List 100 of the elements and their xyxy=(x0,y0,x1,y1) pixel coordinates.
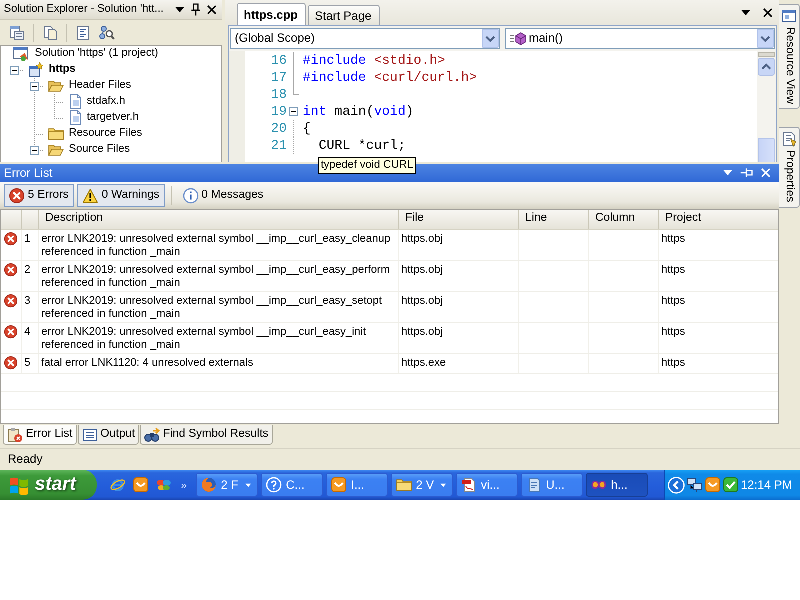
file-name: https.obj xyxy=(398,322,518,353)
folder-icon xyxy=(396,477,412,493)
tree-item[interactable]: https xyxy=(47,63,78,77)
panel-tab[interactable]: Error List xyxy=(3,425,77,445)
panel-tab[interactable]: Output xyxy=(78,425,140,445)
minus-box-icon[interactable] xyxy=(30,82,38,90)
error-icon xyxy=(4,232,18,246)
file-icon xyxy=(70,110,82,126)
file-tab[interactable]: Start Page xyxy=(308,5,380,25)
row-number: 4 xyxy=(21,322,38,353)
error-icon xyxy=(4,294,18,308)
error-description: error LNK2019: unresolved external symbol __imp__curl_easy_setopt referenced in function _main xyxy=(38,291,398,322)
code-line: { xyxy=(302,120,311,137)
more-button[interactable]: » xyxy=(179,480,190,494)
file-name: https.exe xyxy=(398,353,518,373)
chevron-left-icon[interactable] xyxy=(668,476,685,494)
column-header[interactable]: File xyxy=(398,210,518,229)
line-number: 16 xyxy=(270,52,288,69)
page-icon xyxy=(781,131,797,148)
pane-title: Solution Explorer - Solution 'htt... xyxy=(4,2,164,16)
pin-icon[interactable] xyxy=(189,2,203,16)
error-description: error LNK2019: unresolved external symbol __imp__curl_easy_perform referenced in function _main xyxy=(38,260,398,291)
flag-icon xyxy=(9,475,29,495)
warning-icon xyxy=(82,188,99,204)
smile-tile-icon xyxy=(331,477,348,493)
code-line: int main(void) xyxy=(302,103,414,120)
line-number: 18 xyxy=(270,86,288,103)
tree-item[interactable]: Source Files xyxy=(67,143,132,157)
check-tile-icon[interactable] xyxy=(723,477,739,493)
side-tab[interactable]: Resource View xyxy=(779,4,800,110)
minus-box-icon[interactable] xyxy=(289,107,298,116)
column-header[interactable]: Column xyxy=(588,210,658,229)
split-handle[interactable] xyxy=(758,52,775,57)
minus-box-icon[interactable] xyxy=(10,66,18,74)
tree-item[interactable]: Resource Files xyxy=(67,127,144,141)
error-icon xyxy=(4,356,18,370)
chevron-down-icon[interactable] xyxy=(757,29,774,48)
globe-icon xyxy=(201,477,218,493)
taskbar-button[interactable]: vi... xyxy=(456,473,518,497)
file-tab[interactable]: https.cpp xyxy=(237,3,306,25)
tooltip: typedef void CURL xyxy=(318,157,416,174)
chevron-down-icon[interactable] xyxy=(482,29,499,48)
tree-item[interactable]: targetver.h xyxy=(85,111,141,125)
file-icon xyxy=(70,94,82,110)
column-header[interactable]: Line xyxy=(518,210,588,229)
line-number: 17 xyxy=(270,69,288,86)
list-window-icon xyxy=(82,426,98,442)
project-name: https xyxy=(658,353,778,373)
tree-item[interactable]: Solution 'https' (1 project) xyxy=(33,47,160,61)
close-icon[interactable] xyxy=(761,6,775,20)
documents-icon[interactable] xyxy=(42,24,58,40)
smile-tile-icon[interactable] xyxy=(133,477,149,493)
close-icon[interactable] xyxy=(205,2,219,16)
line-number: 21 xyxy=(270,137,288,154)
line-number: 19 xyxy=(270,103,288,120)
tree-item[interactable]: Header Files xyxy=(67,79,134,93)
minus-box-icon[interactable] xyxy=(30,146,38,154)
code-line: CURL *curl; xyxy=(318,137,406,154)
error-description: fatal error LNK1120: 4 unresolved externals xyxy=(38,353,398,373)
error-description: error LNK2019: unresolved external symbol __imp__curl_easy_init referenced in function _main xyxy=(38,322,398,353)
taskbar-button[interactable]: C... xyxy=(261,473,324,497)
taskbar-button[interactable]: U... xyxy=(521,473,584,497)
window-list-icon[interactable] xyxy=(9,24,25,40)
taskbar-button[interactable]: 2 V xyxy=(391,473,454,497)
start-button[interactable]: start xyxy=(0,470,97,500)
column-header[interactable]: Project xyxy=(658,210,778,229)
cube-icon xyxy=(510,30,526,46)
filter-button[interactable]: 0 Warnings xyxy=(76,184,165,207)
status-text: Ready xyxy=(8,452,43,467)
panel-tab[interactable]: Find Symbol Results xyxy=(140,425,273,445)
nodes-magnifier-icon[interactable] xyxy=(99,24,115,40)
computers-icon[interactable] xyxy=(687,477,703,493)
tree-item[interactable]: stdafx.h xyxy=(85,95,128,109)
side-tab[interactable]: Properties xyxy=(779,127,800,208)
clock: 12:14 PM xyxy=(741,478,794,492)
file-name: https.obj xyxy=(398,291,518,322)
scroll-thumb[interactable] xyxy=(758,138,775,162)
project-name: https xyxy=(658,229,778,260)
column-header[interactable]: Description xyxy=(38,210,398,229)
member-dropdown[interactable]: main() xyxy=(505,28,775,49)
orbit-icon[interactable] xyxy=(110,477,126,493)
clipboard-icon xyxy=(7,426,23,442)
scroll-up-button[interactable] xyxy=(758,58,775,76)
filter-button[interactable]: 0 Messages xyxy=(178,184,269,207)
document-icon xyxy=(461,477,478,493)
text-page-icon[interactable] xyxy=(75,24,91,40)
filter-button[interactable]: 5 Errors xyxy=(4,184,74,207)
file-name: https.obj xyxy=(398,260,518,291)
error-description: error LNK2019: unresolved external symbol __imp__curl_easy_cleanup referenced in function _main xyxy=(38,229,398,260)
taskbar-button[interactable]: I... xyxy=(326,473,388,497)
taskbar-button[interactable]: h... xyxy=(586,473,648,497)
file-name: https.obj xyxy=(398,229,518,260)
page-icon xyxy=(526,477,542,493)
open-folder-icon xyxy=(48,142,64,158)
butterfly-icon[interactable] xyxy=(156,477,172,493)
smile-tile-icon[interactable] xyxy=(705,477,721,493)
error-icon xyxy=(9,188,25,204)
taskbar-button[interactable]: 2 F xyxy=(196,473,258,497)
scope-dropdown[interactable]: (Global Scope) xyxy=(230,28,500,49)
row-number: 3 xyxy=(21,291,38,322)
